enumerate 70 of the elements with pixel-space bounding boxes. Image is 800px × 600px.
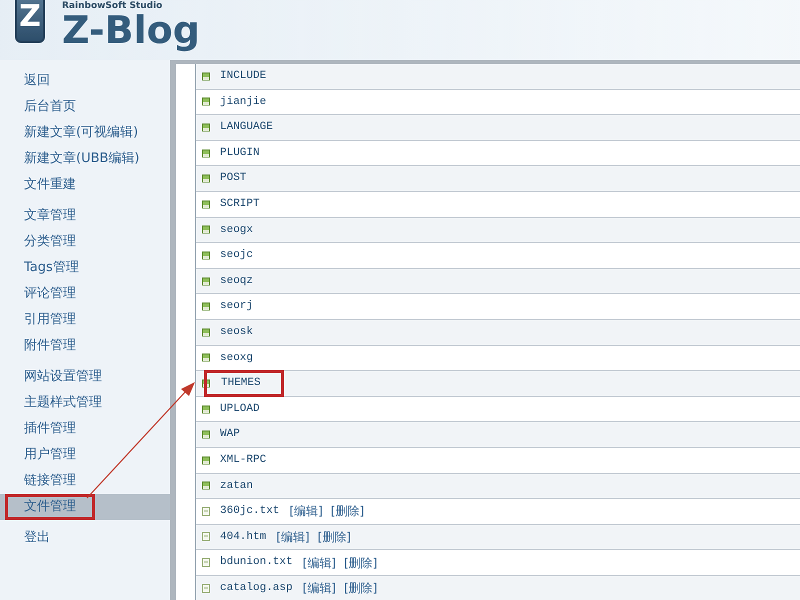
- file-icon: [202, 506, 210, 516]
- folder-link[interactable]: seoqz: [218, 272, 256, 290]
- sidebar-link[interactable]: 引用管理: [5, 307, 95, 333]
- folder-icon: [202, 328, 210, 337]
- file-link[interactable]: 360jc.txt: [218, 503, 282, 520]
- sidebar-link[interactable]: 用户管理: [5, 442, 95, 468]
- folder-link[interactable]: UPLOAD: [218, 400, 262, 418]
- folder-link[interactable]: POST: [218, 170, 248, 187]
- folder-link[interactable]: WAP: [218, 426, 242, 443]
- file-link[interactable]: 404.htm: [218, 528, 268, 546]
- folder-icon: [202, 225, 210, 234]
- file-icon: [202, 532, 210, 542]
- folder-icon: [202, 430, 210, 440]
- folder-icon: [202, 97, 210, 106]
- sidebar-link[interactable]: 返回: [5, 68, 69, 94]
- folder-icon: [202, 353, 210, 362]
- file-link[interactable]: catalog.asp: [218, 580, 295, 596]
- folder-icon: [202, 302, 210, 312]
- sidebar-link[interactable]: 新建文章(可视编辑): [5, 120, 158, 146]
- app-title: Z-Blog: [62, 11, 200, 49]
- folder-link[interactable]: seoxg: [218, 350, 256, 366]
- file-link[interactable]: bdunion.txt: [218, 554, 295, 571]
- folder-link[interactable]: THEMES: [204, 370, 284, 397]
- folder-icon: [202, 148, 210, 158]
- folder-link[interactable]: XML-RPC: [218, 452, 268, 468]
- sidebar-link[interactable]: Tags管理: [5, 255, 98, 281]
- folder-icon: [202, 456, 210, 465]
- folder-icon: [202, 404, 210, 414]
- action-link[interactable]: [删除]: [344, 579, 378, 598]
- folder-link[interactable]: LANGUAGE: [218, 119, 275, 136]
- folder-icon: [202, 200, 210, 209]
- folder-link[interactable]: jianjie: [218, 94, 268, 110]
- logo-icon: Z: [15, 0, 45, 43]
- folder-icon: [202, 72, 210, 81]
- folder-icon: [202, 276, 210, 286]
- sidebar-link[interactable]: 链接管理: [5, 468, 95, 494]
- sidebar-link[interactable]: 网站设置管理: [5, 364, 121, 390]
- folder-icon: [202, 174, 210, 184]
- action-link[interactable]: [编辑]: [289, 502, 323, 520]
- sidebar-link[interactable]: 分类管理: [5, 229, 95, 255]
- sidebar-link[interactable]: 评论管理: [5, 281, 95, 307]
- folder-link[interactable]: seojc: [218, 247, 256, 264]
- action-link[interactable]: [删除]: [318, 528, 351, 546]
- studio-name: RainbowSoft Studio: [62, 1, 164, 11]
- folder-link[interactable]: seogx: [218, 222, 256, 238]
- folder-icon: [202, 481, 210, 490]
- action-link[interactable]: [编辑]: [302, 554, 336, 572]
- sidebar-link[interactable]: 文章管理: [5, 203, 95, 229]
- folder-link[interactable]: zatan: [218, 478, 256, 494]
- sidebar-link[interactable]: 新建文章(UBB编辑): [5, 146, 158, 172]
- sidebar-link[interactable]: 文件重建: [5, 172, 95, 198]
- folder-link[interactable]: seosk: [218, 324, 256, 340]
- sidebar-link[interactable]: 后台首页: [5, 94, 95, 120]
- action-link[interactable]: [删除]: [344, 554, 378, 572]
- folder-link[interactable]: seorj: [218, 298, 256, 315]
- folder-link[interactable]: SCRIPT: [218, 196, 262, 213]
- folder-link[interactable]: INCLUDE: [218, 68, 268, 85]
- folder-icon: [202, 122, 210, 132]
- sidebar-link[interactable]: 登出: [5, 525, 69, 551]
- folder-icon: [202, 250, 210, 260]
- action-link[interactable]: [删除]: [330, 502, 364, 520]
- action-link[interactable]: [编辑]: [302, 579, 336, 598]
- sidebar-link[interactable]: 主题样式管理: [5, 390, 121, 416]
- sidebar-link[interactable]: 文件管理: [5, 494, 95, 520]
- folder-link[interactable]: PLUGIN: [218, 144, 262, 162]
- file-icon: [202, 584, 210, 593]
- sidebar-link[interactable]: 附件管理: [5, 333, 95, 359]
- action-link[interactable]: [编辑]: [276, 528, 310, 546]
- sidebar-link[interactable]: 插件管理: [5, 416, 95, 442]
- file-icon: [202, 558, 210, 568]
